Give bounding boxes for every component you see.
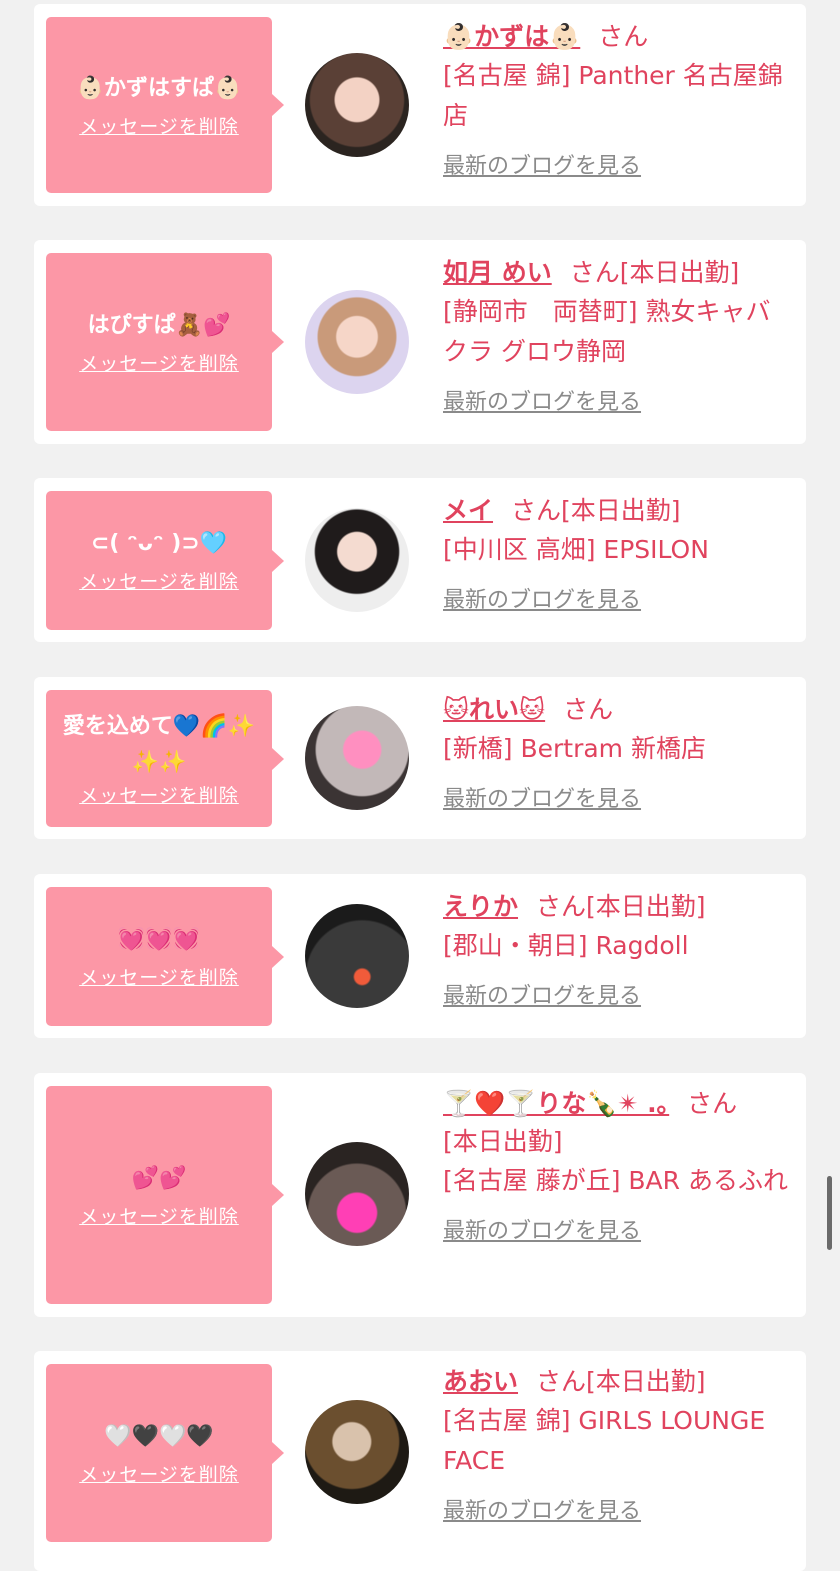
cast-card: 👶🏻かずはすぱ👶🏻 メッセージを削除 👶🏻かずは👶🏻 さん [名古屋 錦] Pan… <box>34 4 806 206</box>
shop-link[interactable]: [中川区 高畑] EPSILON <box>443 530 795 570</box>
latest-blog-link[interactable]: 最新のブログを見る <box>443 384 641 416</box>
cast-info: 👶🏻かずは👶🏻 さん [名古屋 錦] Panther 名古屋錦店 最新のブログを見… <box>443 18 795 180</box>
avatar[interactable] <box>305 1142 409 1246</box>
cast-card: 🤍🖤🤍🖤 メッセージを削除 あおい さん[本日出勤] [名古屋 錦] GIRLS … <box>34 1351 806 1571</box>
cast-info: 🍸❤️🍸りな🍾✴︎ .｡ さん [本日出勤] [名古屋 藤が丘] BAR あるふれ … <box>443 1085 795 1245</box>
message-bubble: 💕💕 メッセージを削除 <box>46 1086 272 1304</box>
cast-info: えりか さん[本日出勤] [郡山・朝日] Ragdoll 最新のブログを見る <box>443 888 795 1010</box>
delete-message-link[interactable]: メッセージを削除 <box>79 963 239 990</box>
cast-name-link[interactable]: あおい <box>443 1367 518 1396</box>
cast-info: 如月 めい さん[本日出勤] [静岡市 両替町] 熟女キャバクラ グロウ静岡 最新… <box>443 254 795 416</box>
message-text: 💕💕 <box>131 1165 187 1191</box>
message-text: はぴすぱ🧸💕 <box>87 312 231 338</box>
honorific: さん <box>569 258 620 287</box>
shop-link[interactable]: [新橋] Bertram 新橋店 <box>443 729 795 769</box>
honorific: さん <box>563 695 614 724</box>
message-bubble: 愛を込めて💙🌈✨✨✨ メッセージを削除 <box>46 690 272 827</box>
honorific: さん <box>598 22 649 51</box>
shop-link[interactable]: [郡山・朝日] Ragdoll <box>443 926 795 966</box>
cast-info: 🐱れい🐱 さん [新橋] Bertram 新橋店 最新のブログを見る <box>443 691 795 813</box>
message-text: 愛を込めて💙🌈✨✨✨ <box>62 714 256 775</box>
delete-message-link[interactable]: メッセージを削除 <box>79 112 239 139</box>
cast-info: メイ さん[本日出勤] [中川区 高畑] EPSILON 最新のブログを見る <box>443 492 795 614</box>
cast-card: 💕💕 メッセージを削除 🍸❤️🍸りな🍾✴︎ .｡ さん [本日出勤] [名古屋 藤が… <box>34 1073 806 1317</box>
avatar[interactable] <box>305 53 409 157</box>
message-bubble: 🤍🖤🤍🖤 メッセージを削除 <box>46 1364 272 1542</box>
message-bubble: 👶🏻かずはすぱ👶🏻 メッセージを削除 <box>46 17 272 193</box>
avatar[interactable] <box>305 904 409 1008</box>
cast-name-link[interactable]: 👶🏻かずは👶🏻 <box>443 22 580 51</box>
honorific: さん <box>536 1367 587 1396</box>
status-badge: [本日出勤] <box>586 1367 706 1396</box>
message-bubble: ⊂( ᵔᴗᵔ )⊃🩵 メッセージを削除 <box>46 491 272 630</box>
message-text: ⊂( ᵔᴗᵔ )⊃🩵 <box>90 531 228 556</box>
status-badge: [本日出勤] <box>561 496 681 525</box>
cast-card: 💓💓💓 メッセージを削除 えりか さん[本日出勤] [郡山・朝日] Ragdoll… <box>34 874 806 1038</box>
status-badge: [本日出勤] <box>619 258 740 287</box>
honorific: さん <box>511 496 562 525</box>
delete-message-link[interactable]: メッセージを削除 <box>79 567 239 594</box>
avatar[interactable] <box>305 508 409 612</box>
avatar[interactable] <box>305 290 409 394</box>
latest-blog-link[interactable]: 最新のブログを見る <box>443 148 641 180</box>
message-text: 💓💓💓 <box>117 927 201 952</box>
honorific: さん <box>536 892 587 921</box>
delete-message-link[interactable]: メッセージを削除 <box>79 781 239 808</box>
latest-blog-link[interactable]: 最新のブログを見る <box>443 781 641 813</box>
avatar[interactable] <box>305 706 409 810</box>
message-text: 👶🏻かずはすぱ👶🏻 <box>76 75 242 101</box>
message-text: 🤍🖤🤍🖤 <box>104 1423 214 1449</box>
cast-name-link[interactable]: メイ <box>443 496 493 525</box>
cast-card: はぴすぱ🧸💕 メッセージを削除 如月 めい さん[本日出勤] [静岡市 両替町] … <box>34 240 806 444</box>
status-badge: [本日出勤] <box>443 1127 563 1156</box>
cast-name-link[interactable]: 如月 めい <box>443 258 552 287</box>
delete-message-link[interactable]: メッセージを削除 <box>79 1460 239 1487</box>
message-bubble: はぴすぱ🧸💕 メッセージを削除 <box>46 253 272 431</box>
shop-link[interactable]: [名古屋 藤が丘] BAR あるふれ <box>443 1161 795 1201</box>
scrollbar[interactable] <box>827 1176 832 1250</box>
status-badge: [本日出勤] <box>586 892 706 921</box>
shop-link[interactable]: [名古屋 錦] Panther 名古屋錦店 <box>443 56 795 136</box>
delete-message-link[interactable]: メッセージを削除 <box>79 1202 239 1229</box>
cast-info: あおい さん[本日出勤] [名古屋 錦] GIRLS LOUNGE FACE 最新… <box>443 1363 795 1525</box>
latest-blog-link[interactable]: 最新のブログを見る <box>443 1493 641 1525</box>
avatar[interactable] <box>305 1400 409 1504</box>
cast-name-link[interactable]: 🐱れい🐱 <box>443 695 545 724</box>
latest-blog-link[interactable]: 最新のブログを見る <box>443 582 641 614</box>
latest-blog-link[interactable]: 最新のブログを見る <box>443 1213 641 1245</box>
cast-card: 愛を込めて💙🌈✨✨✨ メッセージを削除 🐱れい🐱 さん [新橋] Bertram … <box>34 677 806 839</box>
latest-blog-link[interactable]: 最新のブログを見る <box>443 978 641 1010</box>
shop-link[interactable]: [静岡市 両替町] 熟女キャバクラ グロウ静岡 <box>443 292 795 372</box>
message-bubble: 💓💓💓 メッセージを削除 <box>46 887 272 1026</box>
cast-name-link[interactable]: 🍸❤️🍸りな🍾✴︎ .｡ <box>443 1089 669 1118</box>
cast-card: ⊂( ᵔᴗᵔ )⊃🩵 メッセージを削除 メイ さん[本日出勤] [中川区 高畑] … <box>34 478 806 642</box>
cast-name-link[interactable]: えりか <box>443 892 518 921</box>
honorific: さん <box>687 1089 738 1118</box>
delete-message-link[interactable]: メッセージを削除 <box>79 349 239 376</box>
shop-link[interactable]: [名古屋 錦] GIRLS LOUNGE FACE <box>443 1401 795 1481</box>
